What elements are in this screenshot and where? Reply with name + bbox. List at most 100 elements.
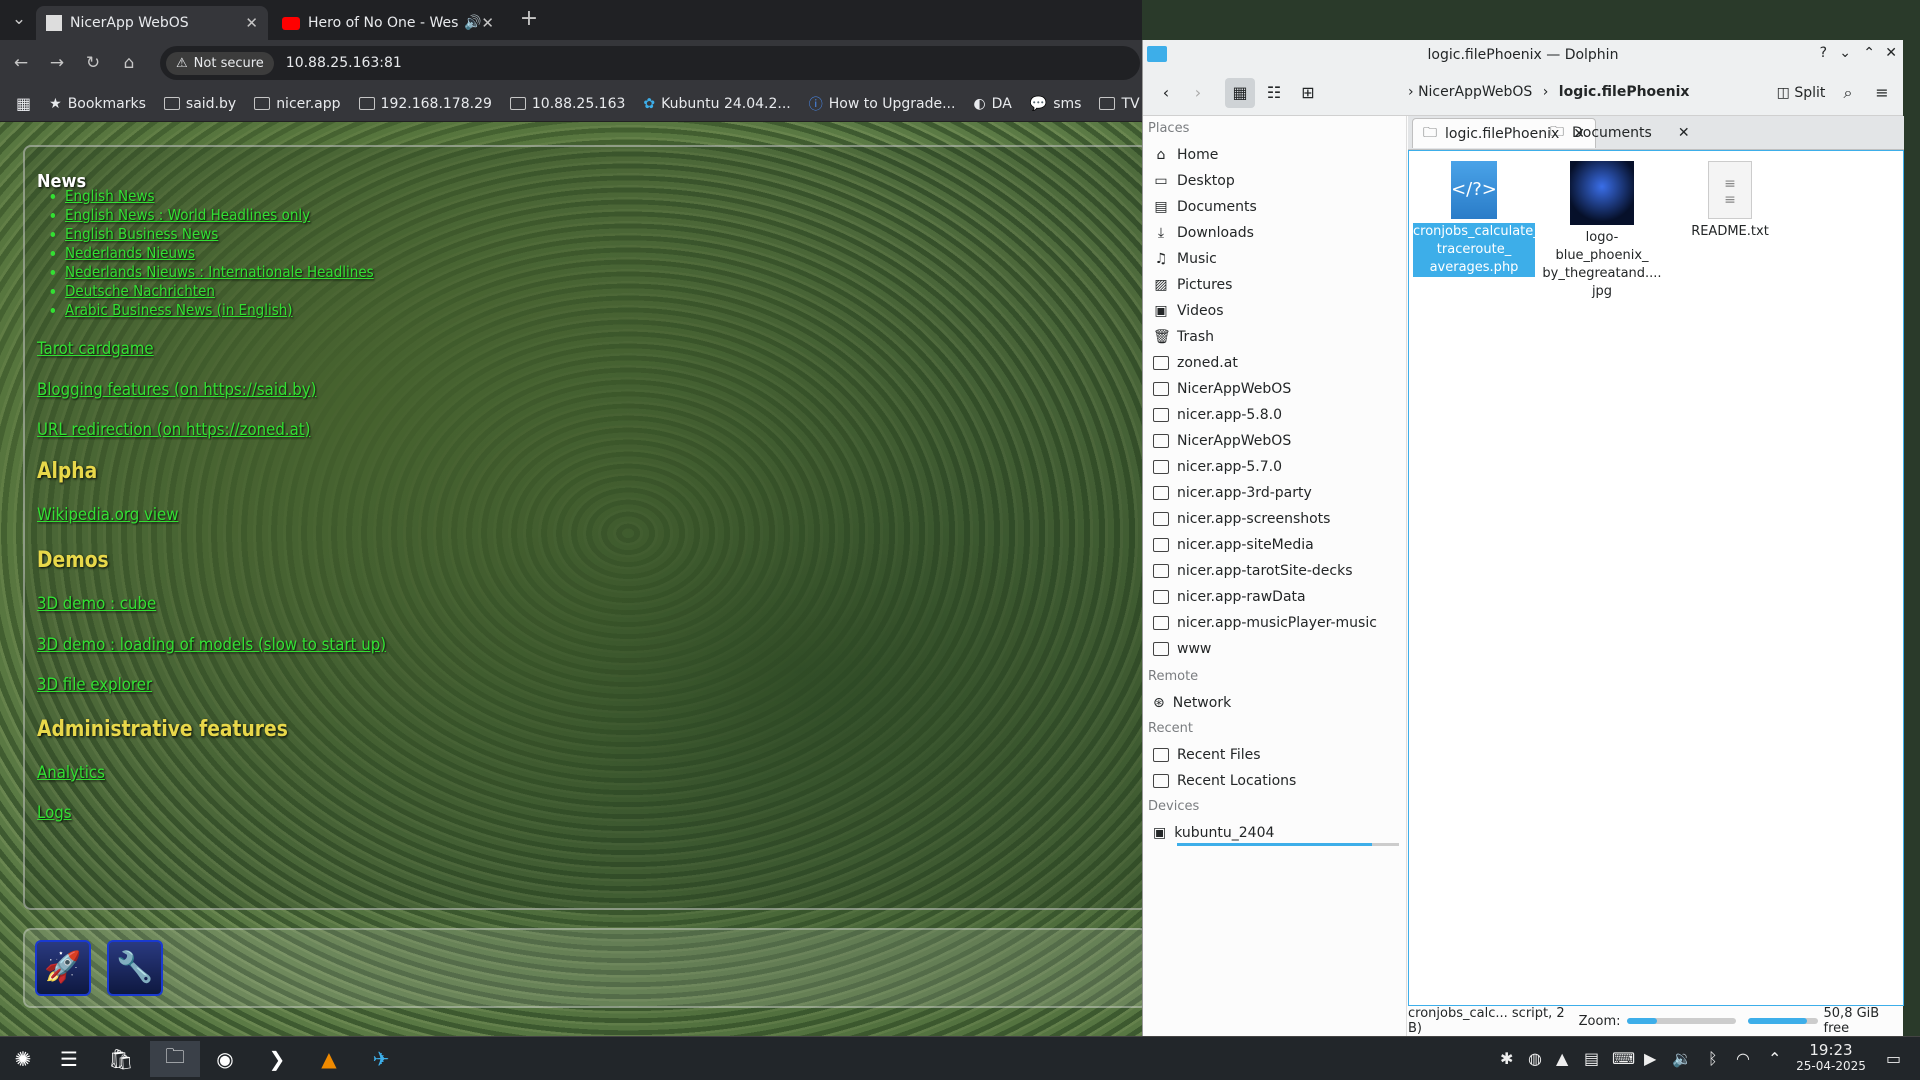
tarot-link[interactable]: Tarot cardgame bbox=[37, 339, 154, 359]
notification-icon[interactable]: ✱ bbox=[1500, 1049, 1513, 1068]
blogging-link[interactable]: Blogging features (on https://said.by) bbox=[37, 380, 316, 400]
close-icon[interactable]: ✕ bbox=[1678, 125, 1690, 141]
forward-icon[interactable]: → bbox=[44, 50, 70, 76]
new-tab-button[interactable]: + bbox=[516, 6, 542, 32]
details-view-icon[interactable]: ⊞ bbox=[1293, 78, 1323, 108]
volume-icon[interactable]: 🔉 bbox=[1672, 1049, 1692, 1068]
place-network[interactable]: ⊛ Network bbox=[1143, 690, 1406, 716]
close-icon[interactable]: ✕ bbox=[245, 14, 258, 32]
tools-icon[interactable]: 🔧 bbox=[107, 940, 163, 996]
place-item[interactable]: nicer.app-tarotSite-decks bbox=[1143, 558, 1406, 584]
logs-link[interactable]: Logs bbox=[37, 803, 72, 823]
place-recent-locations[interactable]: Recent Locations bbox=[1143, 768, 1406, 794]
bookmark-192[interactable]: 192.168.178.29 bbox=[358, 96, 492, 112]
news-link[interactable]: English News bbox=[65, 187, 374, 206]
analytics-link[interactable]: Analytics bbox=[37, 763, 105, 783]
place-item[interactable]: ▤ Documents bbox=[1143, 194, 1406, 220]
address-bar[interactable]: ⚠ Not secure 10.88.25.163:81 bbox=[160, 46, 1140, 80]
place-item[interactable]: nicer.app-rawData bbox=[1143, 584, 1406, 610]
rocket-icon[interactable]: 🚀 bbox=[35, 940, 91, 996]
show-desktop-icon[interactable]: ▭ bbox=[1886, 1049, 1901, 1068]
security-indicator[interactable]: ⚠ Not secure bbox=[166, 51, 274, 75]
place-item[interactable]: nicer.app-5.8.0 bbox=[1143, 402, 1406, 428]
bookmark-upgrade[interactable]: ⓘ How to Upgrade... bbox=[809, 94, 956, 114]
wikipedia-link[interactable]: Wikipedia.org view bbox=[37, 505, 178, 525]
show-tray-icon[interactable]: ⌃ bbox=[1768, 1049, 1781, 1068]
keyboard-icon[interactable]: ⌨ bbox=[1612, 1049, 1635, 1068]
minimize-icon[interactable]: ⌄ bbox=[1839, 45, 1851, 61]
news-link[interactable]: Nederlands Nieuws : Internationale Headl… bbox=[65, 263, 374, 282]
place-item[interactable]: 🗑 Trash bbox=[1143, 324, 1406, 350]
dolphin-task-icon[interactable]: 🗀 bbox=[150, 1041, 200, 1077]
demo-models-link[interactable]: 3D demo : loading of models (slow to sta… bbox=[37, 635, 386, 655]
place-item[interactable]: www bbox=[1143, 636, 1406, 662]
help-icon[interactable]: ? bbox=[1820, 45, 1827, 61]
media-icon[interactable]: ▶ bbox=[1644, 1049, 1656, 1068]
place-item[interactable]: ▨ Pictures bbox=[1143, 272, 1406, 298]
file-item[interactable]: ≡ ≡ README.txt bbox=[1669, 161, 1791, 241]
crumb-item-current[interactable]: logic.filePhoenix bbox=[1559, 84, 1690, 100]
place-item[interactable]: nicer.app-3rd-party bbox=[1143, 480, 1406, 506]
tab-search-icon[interactable]: ⌄ bbox=[6, 6, 32, 32]
chrome-icon[interactable]: ◉ bbox=[204, 1041, 246, 1077]
place-item[interactable]: nicer.app-musicPlayer-music bbox=[1143, 610, 1406, 636]
bookmark-kubuntu[interactable]: ✿ Kubuntu 24.04.2... bbox=[643, 96, 790, 112]
maximize-icon[interactable]: ⌃ bbox=[1863, 45, 1875, 61]
hamburger-menu-icon[interactable]: ≡ bbox=[1867, 78, 1897, 108]
speaker-icon[interactable]: 🔊 bbox=[464, 15, 481, 31]
bluetooth-icon[interactable]: ᛒ bbox=[1708, 1049, 1718, 1068]
compact-view-icon[interactable]: ☷ bbox=[1259, 78, 1289, 108]
zoom-slider[interactable] bbox=[1626, 1018, 1736, 1024]
tab-nicerapp[interactable]: NicerApp WebOS ✕ bbox=[36, 6, 268, 40]
place-item[interactable]: NicerAppWebOS bbox=[1143, 376, 1406, 402]
bookmark-said-by[interactable]: said.by bbox=[163, 96, 236, 112]
file-view[interactable]: </?> cronjobs_calculate_ traceroute_ avera… bbox=[1408, 150, 1904, 1006]
url-redirection-link[interactable]: URL redirection (on https://zoned.at) bbox=[37, 420, 310, 440]
news-link[interactable]: Nederlands Nieuws bbox=[65, 244, 374, 263]
forward-icon[interactable]: › bbox=[1183, 78, 1213, 108]
terminal-icon[interactable]: ❯ bbox=[256, 1041, 298, 1077]
close-icon[interactable]: ✕ bbox=[1885, 45, 1897, 61]
clock[interactable]: 19:23 25-04-2025 bbox=[1790, 1041, 1872, 1073]
place-item[interactable]: ⤓ Downloads bbox=[1143, 220, 1406, 246]
update-icon[interactable]: ◍ bbox=[1528, 1049, 1542, 1068]
tab-youtube[interactable]: Hero of No One - West ( 🔊 ✕ bbox=[272, 6, 504, 40]
place-item[interactable]: ▭ Desktop bbox=[1143, 168, 1406, 194]
news-link[interactable]: English Business News bbox=[65, 225, 374, 244]
file-explorer-link[interactable]: 3D file explorer bbox=[37, 675, 152, 695]
place-item[interactable]: zoned.at bbox=[1143, 350, 1406, 376]
vlc-icon[interactable]: ▲ bbox=[308, 1041, 350, 1077]
home-icon[interactable]: ⌂ bbox=[116, 50, 142, 76]
bookmark-da[interactable]: ◐ DA bbox=[973, 96, 1011, 112]
file-item[interactable]: logo-blue_phoenix_ by_thegreatand.... jpg bbox=[1541, 161, 1663, 301]
thunderbird-icon[interactable]: ✈ bbox=[360, 1041, 402, 1077]
place-item[interactable]: ♫ Music bbox=[1143, 246, 1406, 272]
split-button[interactable]: ◫ Split bbox=[1769, 78, 1833, 108]
bookmark-bookmarks[interactable]: ★ Bookmarks bbox=[49, 96, 146, 112]
device-kubuntu[interactable]: ▣ kubuntu_2404 bbox=[1143, 820, 1406, 846]
bookmark-tv[interactable]: TV bbox=[1099, 96, 1140, 112]
search-icon[interactable]: ⌕ bbox=[1833, 78, 1863, 108]
tab-documents[interactable]: 🗀 Documents ✕ bbox=[1540, 118, 1700, 148]
news-link[interactable]: English News : World Headlines only bbox=[65, 206, 374, 225]
app-launcher-icon[interactable]: ✺ bbox=[2, 1041, 44, 1077]
bookmark-nicer-app[interactable]: nicer.app bbox=[254, 96, 341, 112]
demo-cube-link[interactable]: 3D demo : cube bbox=[37, 594, 156, 614]
clipboard-icon[interactable]: ▤ bbox=[1584, 1049, 1599, 1068]
news-link[interactable]: Deutsche Nachrichten bbox=[65, 282, 374, 301]
apps-grid-icon[interactable]: ▦ bbox=[16, 94, 31, 113]
place-item[interactable]: nicer.app-screenshots bbox=[1143, 506, 1406, 532]
place-item[interactable]: nicer.app-siteMedia bbox=[1143, 532, 1406, 558]
place-recent-files[interactable]: Recent Files bbox=[1143, 742, 1406, 768]
settings-icon[interactable]: ☰ bbox=[48, 1041, 90, 1077]
wifi-icon[interactable]: ◠ bbox=[1736, 1049, 1750, 1068]
place-item[interactable]: ▣ Videos bbox=[1143, 298, 1406, 324]
url-text[interactable]: 10.88.25.163:81 bbox=[286, 55, 402, 71]
place-item[interactable]: ⌂ Home bbox=[1143, 142, 1406, 168]
place-item[interactable]: NicerAppWebOS bbox=[1143, 428, 1406, 454]
store-icon[interactable]: 🛍 bbox=[100, 1041, 142, 1077]
close-icon[interactable]: ✕ bbox=[481, 14, 494, 32]
crumb-item[interactable]: NicerAppWebOS bbox=[1418, 84, 1532, 100]
reload-icon[interactable]: ↻ bbox=[80, 50, 106, 76]
news-link[interactable]: Arabic Business News (in English) bbox=[65, 301, 374, 320]
